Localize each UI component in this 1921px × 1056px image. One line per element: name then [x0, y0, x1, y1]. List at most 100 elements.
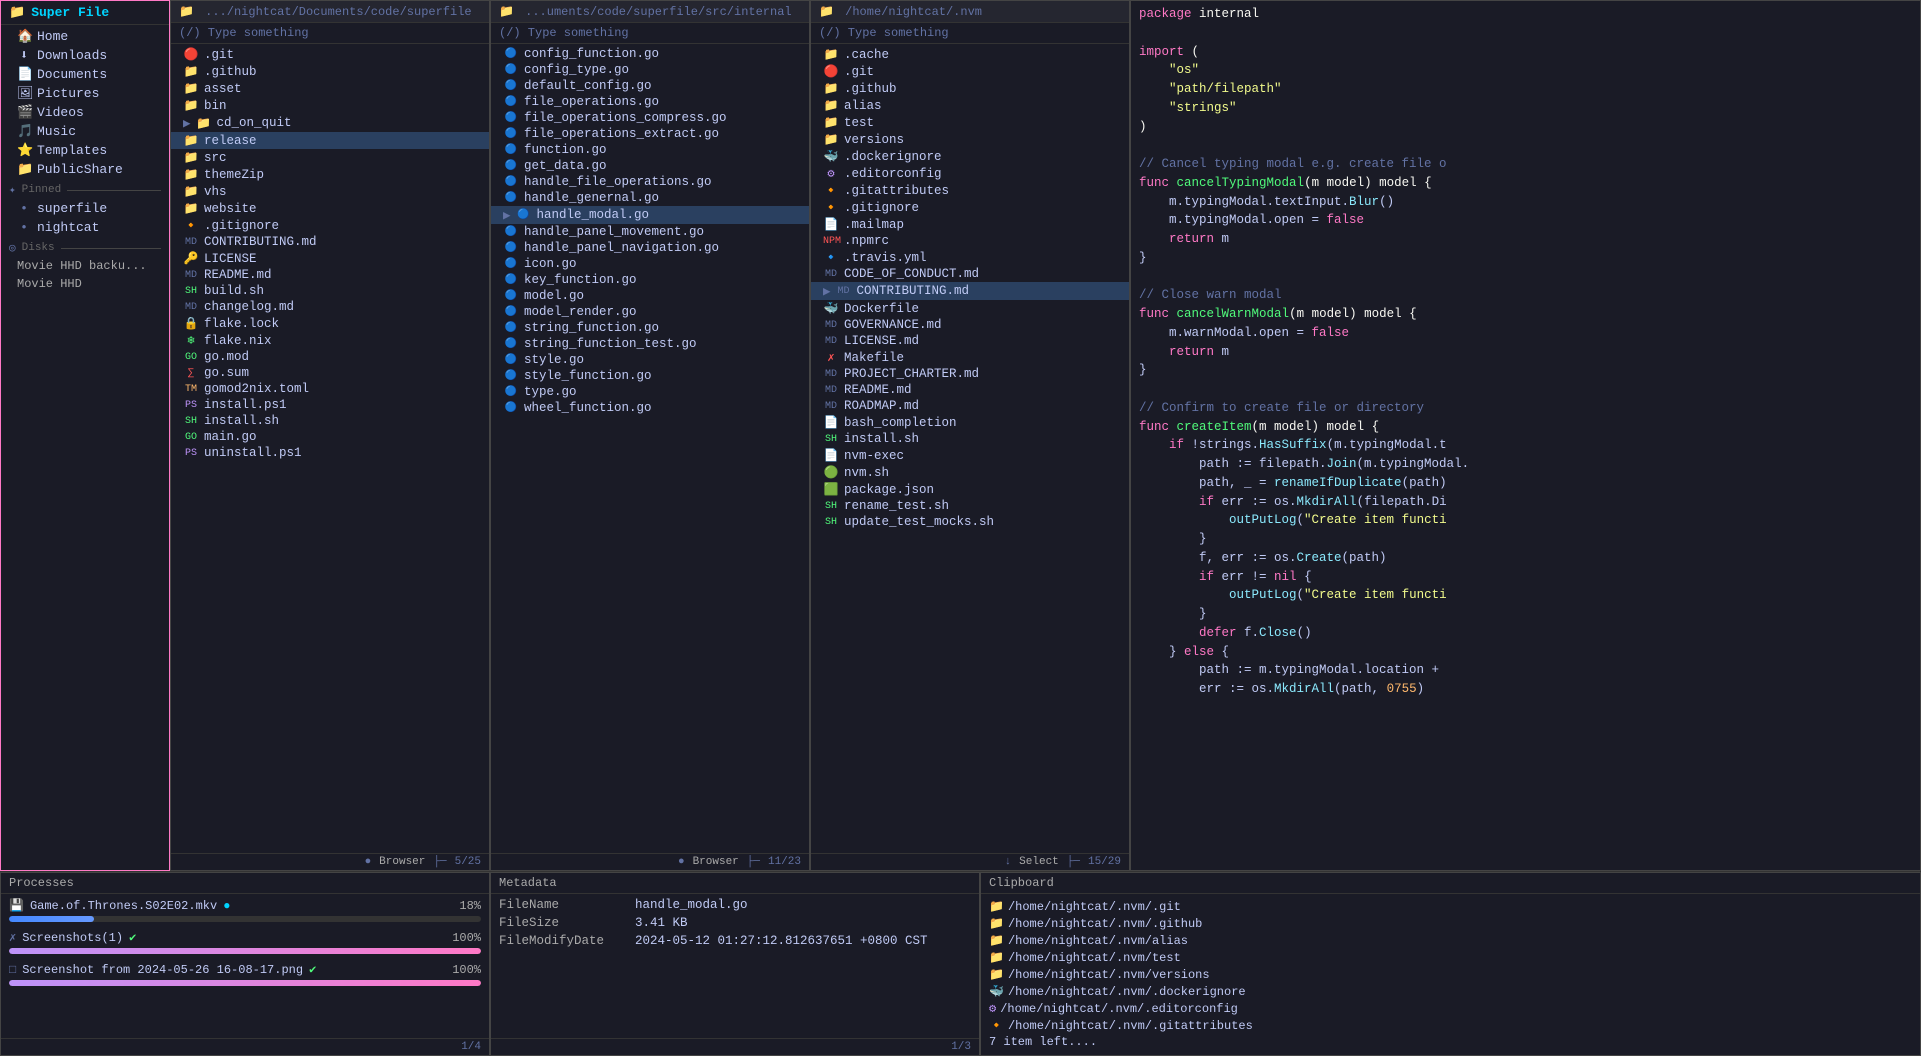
list-item[interactable]: SHrename_test.sh — [811, 498, 1129, 514]
list-item[interactable]: 🔵config_function.go — [491, 46, 809, 62]
sidebar-item-documents[interactable]: 📄 Documents — [1, 65, 169, 84]
sidebar-item-downloads[interactable]: ⬇ Downloads — [1, 46, 169, 65]
list-item[interactable]: 📁themeZip — [171, 166, 489, 183]
list-item[interactable]: ∑go.sum — [171, 365, 489, 381]
go-icon: 🔵 — [503, 386, 519, 398]
list-item[interactable]: 🔵handle_file_operations.go — [491, 174, 809, 190]
list-item[interactable]: 📁.github — [811, 80, 1129, 97]
list-item[interactable]: MDREADME.md — [811, 382, 1129, 398]
go-icon: 🔵 — [503, 242, 519, 254]
sidebar-item-nightcat[interactable]: • nightcat — [1, 218, 169, 237]
list-item[interactable]: 🔒flake.lock — [171, 315, 489, 332]
list-item[interactable]: GOgo.mod — [171, 349, 489, 365]
panel3-search[interactable]: (/) Type something — [811, 23, 1129, 44]
list-item[interactable]: 🔵icon.go — [491, 256, 809, 272]
list-item[interactable]: 📁src — [171, 149, 489, 166]
list-item[interactable]: MDLICENSE.md — [811, 333, 1129, 349]
list-item[interactable]: 📁versions — [811, 131, 1129, 148]
list-item[interactable]: 🔵file_operations.go — [491, 94, 809, 110]
panel1-search[interactable]: (/) Type something — [171, 23, 489, 44]
list-item[interactable]: ⚙.editorconfig — [811, 165, 1129, 182]
disk-item-2[interactable]: Movie HHD — [1, 275, 169, 293]
panel3-footer-divider: ├─ — [1067, 856, 1080, 868]
list-item[interactable]: ▶📁cd_on_quit — [171, 114, 489, 132]
list-item[interactable]: MDROADMAP.md — [811, 398, 1129, 414]
list-item[interactable]: MDREADME.md — [171, 267, 489, 283]
list-item[interactable]: 📁website — [171, 200, 489, 217]
list-item[interactable]: 🔑LICENSE — [171, 250, 489, 267]
go-icon: 🔵 — [503, 176, 519, 188]
list-item[interactable]: 🔸.gitignore — [811, 199, 1129, 216]
panel2-search[interactable]: (/) Type something — [491, 23, 809, 44]
list-item[interactable]: 🔸.gitattributes — [811, 182, 1129, 199]
sidebar-item-pictures[interactable]: 🖼 Pictures — [1, 84, 169, 103]
list-item[interactable]: 🔵style.go — [491, 352, 809, 368]
list-item-release[interactable]: 📁release — [171, 132, 489, 149]
list-item[interactable]: 🔵handle_panel_navigation.go — [491, 240, 809, 256]
list-item[interactable]: 🔵model.go — [491, 288, 809, 304]
md-icon: MD — [823, 401, 839, 412]
list-item[interactable]: MDCONTRIBUTING.md — [171, 234, 489, 250]
list-item[interactable]: MDCODE_OF_CONDUCT.md — [811, 266, 1129, 282]
list-item[interactable]: 🔵get_data.go — [491, 158, 809, 174]
list-item[interactable]: 📄bash_completion — [811, 414, 1129, 431]
disk-item-1[interactable]: Movie HHD backu... — [1, 257, 169, 275]
list-item[interactable]: 📁alias — [811, 97, 1129, 114]
list-item[interactable]: SHinstall.sh — [171, 413, 489, 429]
list-item[interactable]: SHupdate_test_mocks.sh — [811, 514, 1129, 530]
list-item[interactable]: TMgomod2nix.toml — [171, 381, 489, 397]
list-item[interactable]: 🔵file_operations_compress.go — [491, 110, 809, 126]
list-item[interactable]: ❄flake.nix — [171, 332, 489, 349]
sidebar-item-music[interactable]: 🎵 Music — [1, 122, 169, 141]
sidebar-item-home[interactable]: 🏠 Home — [1, 27, 169, 46]
list-item[interactable]: SHbuild.sh — [171, 283, 489, 299]
list-item[interactable]: 🔵type.go — [491, 384, 809, 400]
list-item[interactable]: 🔴.git — [171, 46, 489, 63]
list-item[interactable]: 🔵handle_genernal.go — [491, 190, 809, 206]
list-item[interactable]: GOmain.go — [171, 429, 489, 445]
list-item[interactable]: 🔵string_function_test.go — [491, 336, 809, 352]
list-item[interactable]: 📁test — [811, 114, 1129, 131]
panel1-header: 📁 .../nightcat/Documents/code/superfile — [171, 1, 489, 23]
sidebar-item-videos[interactable]: 🎬 Videos — [1, 103, 169, 122]
list-item[interactable]: MDPROJECT_CHARTER.md — [811, 366, 1129, 382]
list-item[interactable]: 🔵wheel_function.go — [491, 400, 809, 416]
list-item[interactable]: 🐳Dockerfile — [811, 300, 1129, 317]
list-item[interactable]: 🔵config_type.go — [491, 62, 809, 78]
list-item[interactable]: 📁.github — [171, 63, 489, 80]
list-item[interactable]: 📁bin — [171, 97, 489, 114]
list-item[interactable]: 📁.cache — [811, 46, 1129, 63]
sh-icon: SH — [823, 434, 839, 445]
list-item[interactable]: ✗Makefile — [811, 349, 1129, 366]
list-item[interactable]: 🟩package.json — [811, 481, 1129, 498]
list-item[interactable]: 📄nvm-exec — [811, 447, 1129, 464]
list-item[interactable]: 📁asset — [171, 80, 489, 97]
list-item[interactable]: 🔵style_function.go — [491, 368, 809, 384]
sidebar-item-templates[interactable]: ⭐ Templates — [1, 141, 169, 160]
list-item[interactable]: 🔵key_function.go — [491, 272, 809, 288]
list-item[interactable]: 🔸.gitignore — [171, 217, 489, 234]
list-item[interactable]: 🔵default_config.go — [491, 78, 809, 94]
list-item[interactable]: 🔴.git — [811, 63, 1129, 80]
list-item[interactable]: PSuninstall.ps1 — [171, 445, 489, 461]
list-item[interactable]: 🟢nvm.sh — [811, 464, 1129, 481]
list-item[interactable]: SHinstall.sh — [811, 431, 1129, 447]
list-item[interactable]: MDchangelog.md — [171, 299, 489, 315]
file-panel-3: 📁 /home/nightcat/.nvm (/) Type something… — [810, 0, 1130, 871]
list-item[interactable]: 🔵string_function.go — [491, 320, 809, 336]
sidebar-item-superfile[interactable]: • superfile — [1, 199, 169, 218]
list-item[interactable]: NPM.npmrc — [811, 233, 1129, 249]
list-item[interactable]: 🔹.travis.yml — [811, 249, 1129, 266]
list-item-handle-modal[interactable]: ▶🔵handle_modal.go — [491, 206, 809, 224]
list-item[interactable]: PSinstall.ps1 — [171, 397, 489, 413]
list-item[interactable]: 📄.mailmap — [811, 216, 1129, 233]
list-item[interactable]: 🔵handle_panel_movement.go — [491, 224, 809, 240]
list-item[interactable]: 📁vhs — [171, 183, 489, 200]
list-item[interactable]: 🐳.dockerignore — [811, 148, 1129, 165]
list-item[interactable]: 🔵model_render.go — [491, 304, 809, 320]
list-item-contributing[interactable]: ▶MDCONTRIBUTING.md — [811, 282, 1129, 300]
list-item[interactable]: 🔵file_operations_extract.go — [491, 126, 809, 142]
list-item[interactable]: 🔵function.go — [491, 142, 809, 158]
sidebar-item-publicshare[interactable]: 📁 PublicShare — [1, 160, 169, 179]
list-item[interactable]: MDGOVERNANCE.md — [811, 317, 1129, 333]
